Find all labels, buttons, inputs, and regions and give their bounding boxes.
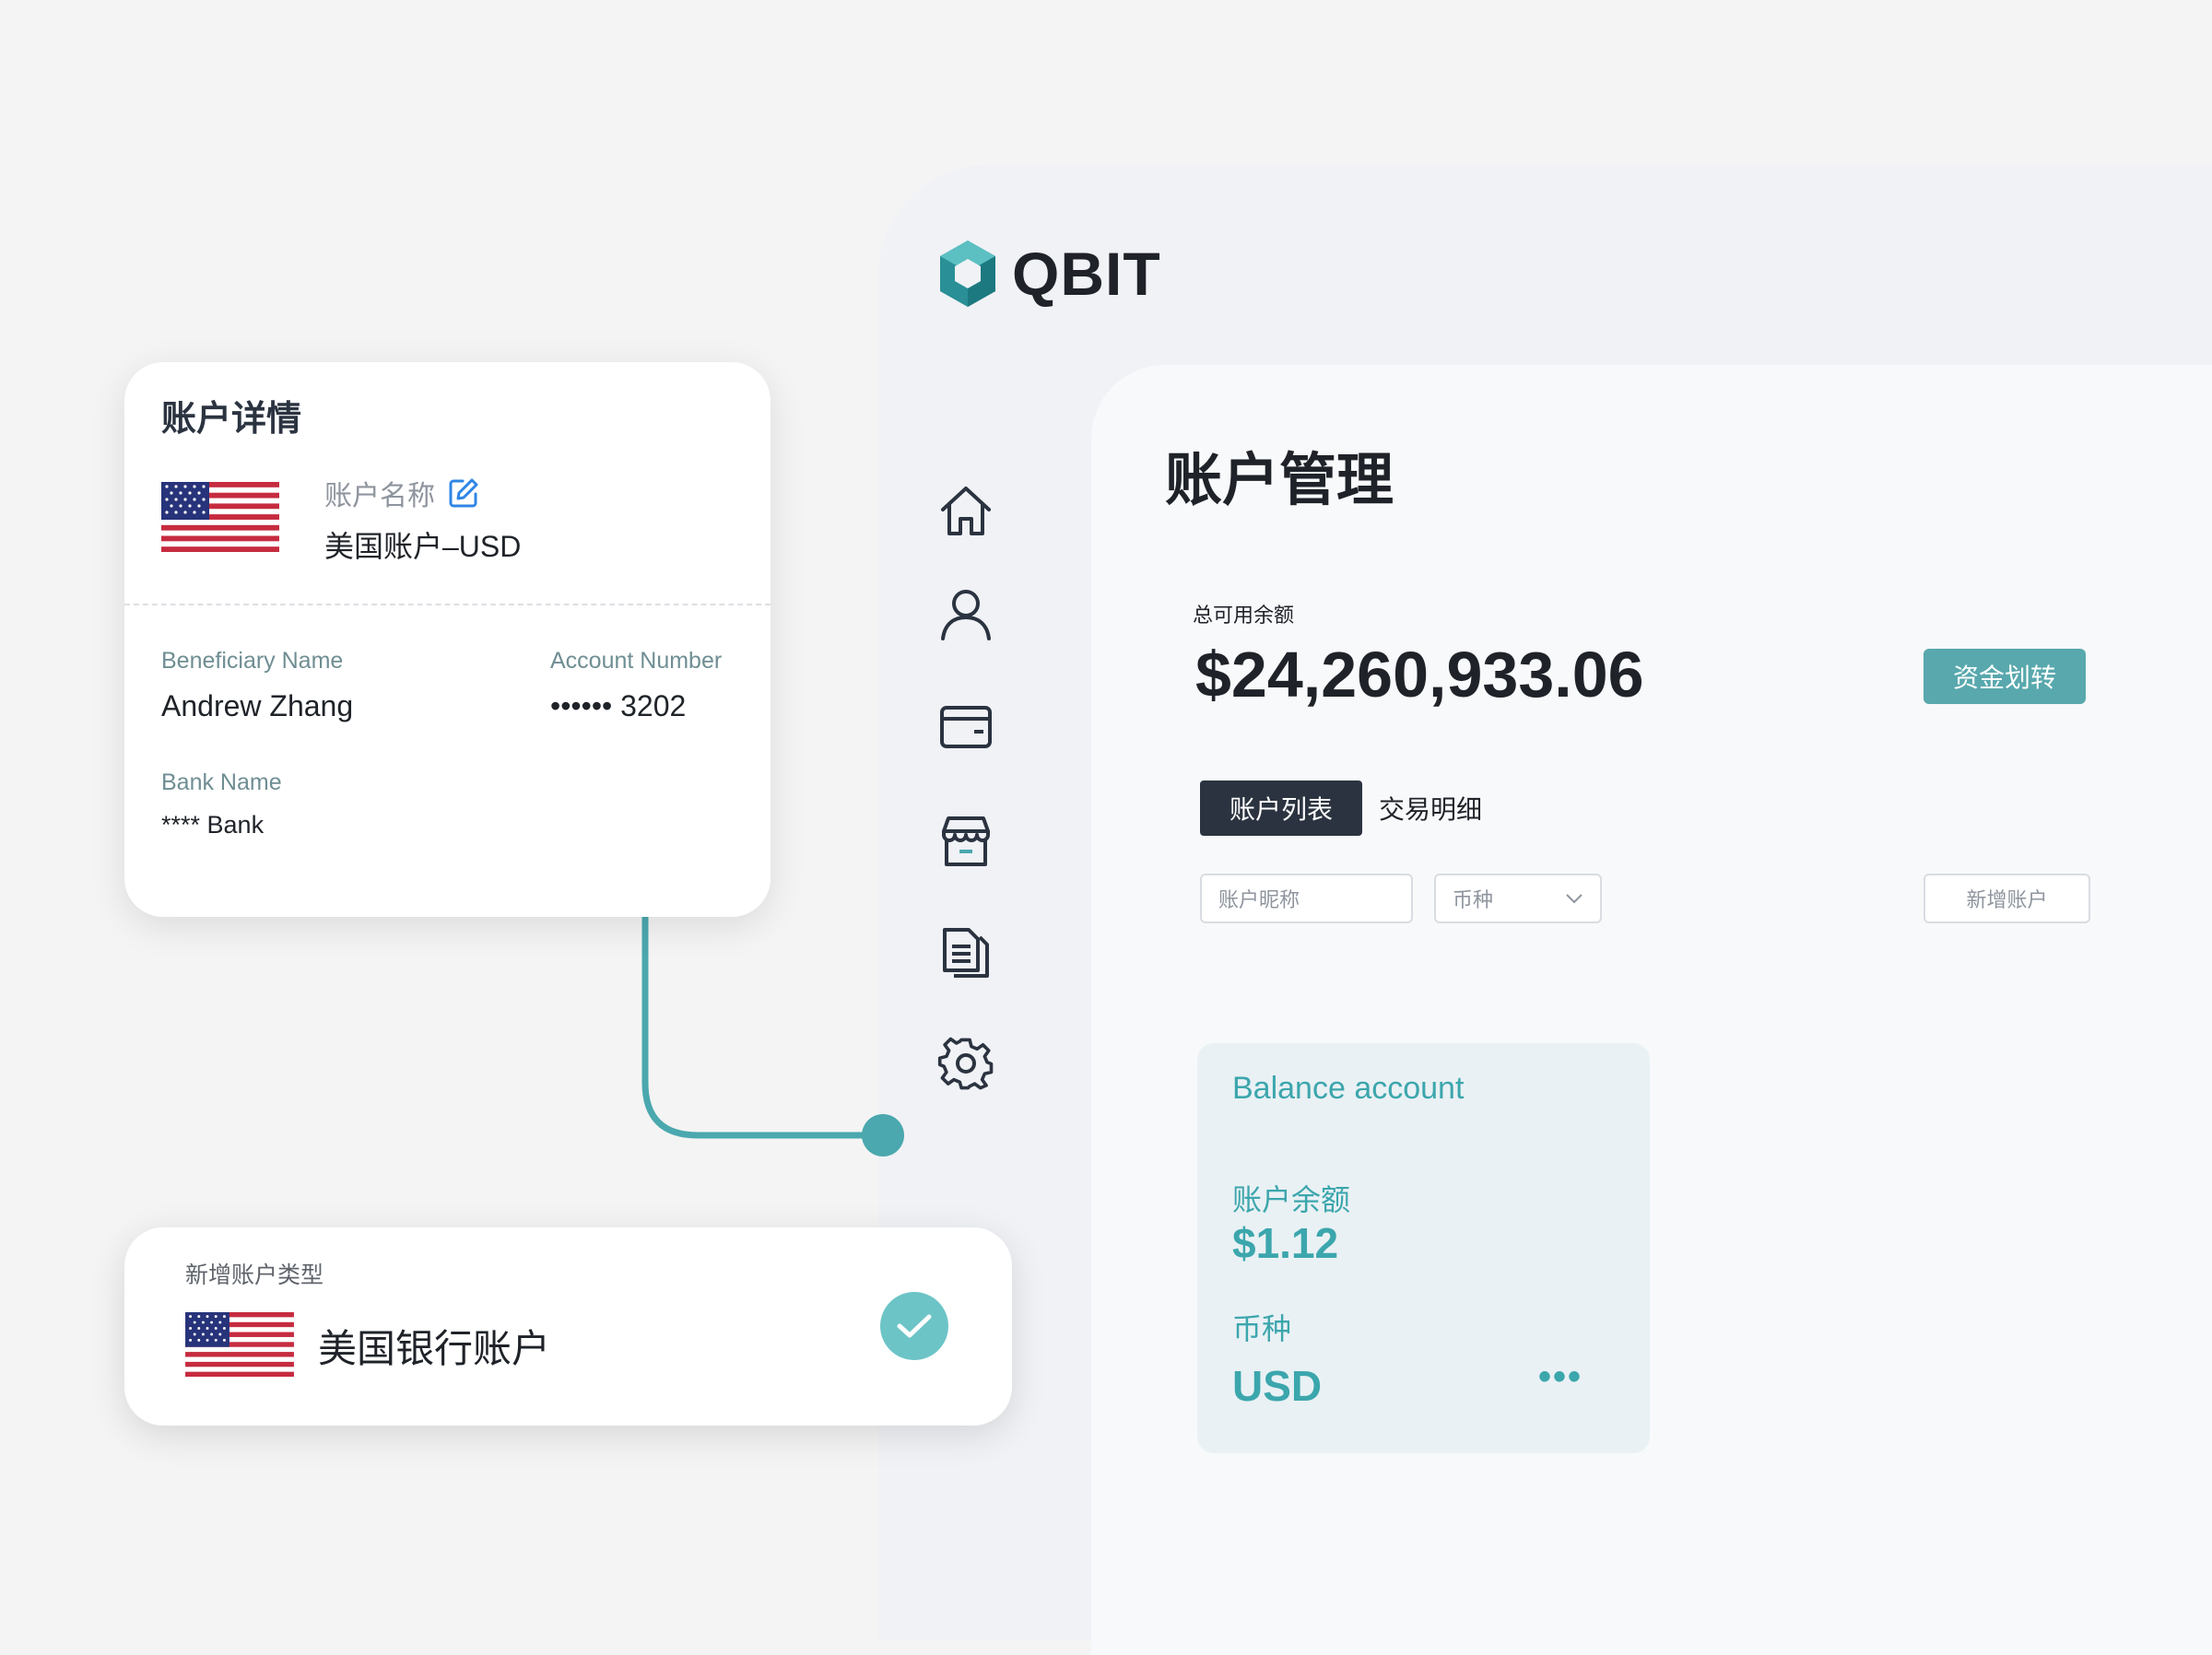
us-flag-icon bbox=[161, 482, 279, 552]
currency-filter-placeholder: 币种 bbox=[1453, 888, 1494, 911]
currency-value: USD bbox=[1232, 1362, 1323, 1410]
account-number-value: •••••• 3202 bbox=[550, 689, 687, 722]
nav-user-icon[interactable] bbox=[937, 585, 994, 642]
brand-name: QBIT bbox=[1012, 240, 1161, 308]
logo: QBIT bbox=[936, 236, 1161, 311]
tab-transactions[interactable]: 交易明细 bbox=[1379, 781, 1517, 836]
tab-account-list[interactable]: 账户列表 bbox=[1200, 781, 1362, 836]
new-account-type-label: 新增账户类型 bbox=[185, 1262, 324, 1288]
bank-name-value: **** Bank bbox=[161, 811, 265, 839]
currency-label: 币种 bbox=[1232, 1312, 1292, 1345]
add-account-button[interactable]: 新增账户 bbox=[1924, 874, 2090, 923]
total-balance-label: 总可用余额 bbox=[1193, 604, 1295, 627]
balance-label: 账户余额 bbox=[1232, 1183, 1351, 1216]
us-flag-icon bbox=[185, 1312, 294, 1377]
more-options-icon[interactable]: ••• bbox=[1538, 1356, 1583, 1398]
nickname-filter-placeholder: 账户昵称 bbox=[1218, 888, 1300, 911]
balance-account-card[interactable]: Balance account 账户余额 $1.12 币种 USD ••• bbox=[1197, 1043, 1650, 1453]
bank-name-label: Bank Name bbox=[161, 769, 282, 795]
nav-store-icon[interactable] bbox=[937, 813, 994, 870]
account-name-label: 账户名称 bbox=[324, 481, 435, 511]
content-panel bbox=[1091, 365, 2212, 1655]
new-account-type-value: 美国银行账户 bbox=[318, 1327, 551, 1370]
account-name-value: 美国账户–USD bbox=[324, 530, 522, 563]
beneficiary-name-label: Beneficiary Name bbox=[161, 648, 344, 674]
nav-home-icon[interactable] bbox=[937, 482, 994, 539]
detail-card-title: 账户详情 bbox=[161, 400, 302, 439]
beneficiary-name-value: Andrew Zhang bbox=[161, 689, 354, 722]
nav-card-icon[interactable] bbox=[937, 698, 994, 756]
balance-value: $1.12 bbox=[1232, 1219, 1339, 1267]
nav-document-icon[interactable] bbox=[937, 924, 994, 981]
account-number-label: Account Number bbox=[550, 648, 723, 674]
nav-settings-gear-icon[interactable] bbox=[937, 1035, 994, 1092]
new-account-type-card[interactable]: 新增账户类型 美国银行账户 bbox=[124, 1227, 1012, 1426]
chevron-down-icon bbox=[1566, 894, 1583, 904]
edit-icon[interactable] bbox=[448, 477, 479, 509]
currency-filter-select[interactable]: 币种 bbox=[1434, 874, 1602, 923]
total-balance-value: $24,260,933.06 bbox=[1195, 639, 1644, 710]
dashed-divider bbox=[124, 604, 771, 605]
check-icon[interactable] bbox=[880, 1292, 948, 1360]
page-title: 账户管理 bbox=[1165, 449, 1394, 512]
qbit-logo-icon bbox=[940, 241, 995, 307]
account-detail-card: 账户详情 账户名称 美国账户–USD Beneficiary Name Andr… bbox=[124, 362, 771, 917]
balance-card-title: Balance account bbox=[1232, 1071, 1465, 1106]
nickname-filter-input[interactable]: 账户昵称 bbox=[1200, 874, 1413, 923]
transfer-button[interactable]: 资金划转 bbox=[1924, 649, 2086, 704]
account-name-label-row: 账户名称 bbox=[324, 473, 479, 513]
